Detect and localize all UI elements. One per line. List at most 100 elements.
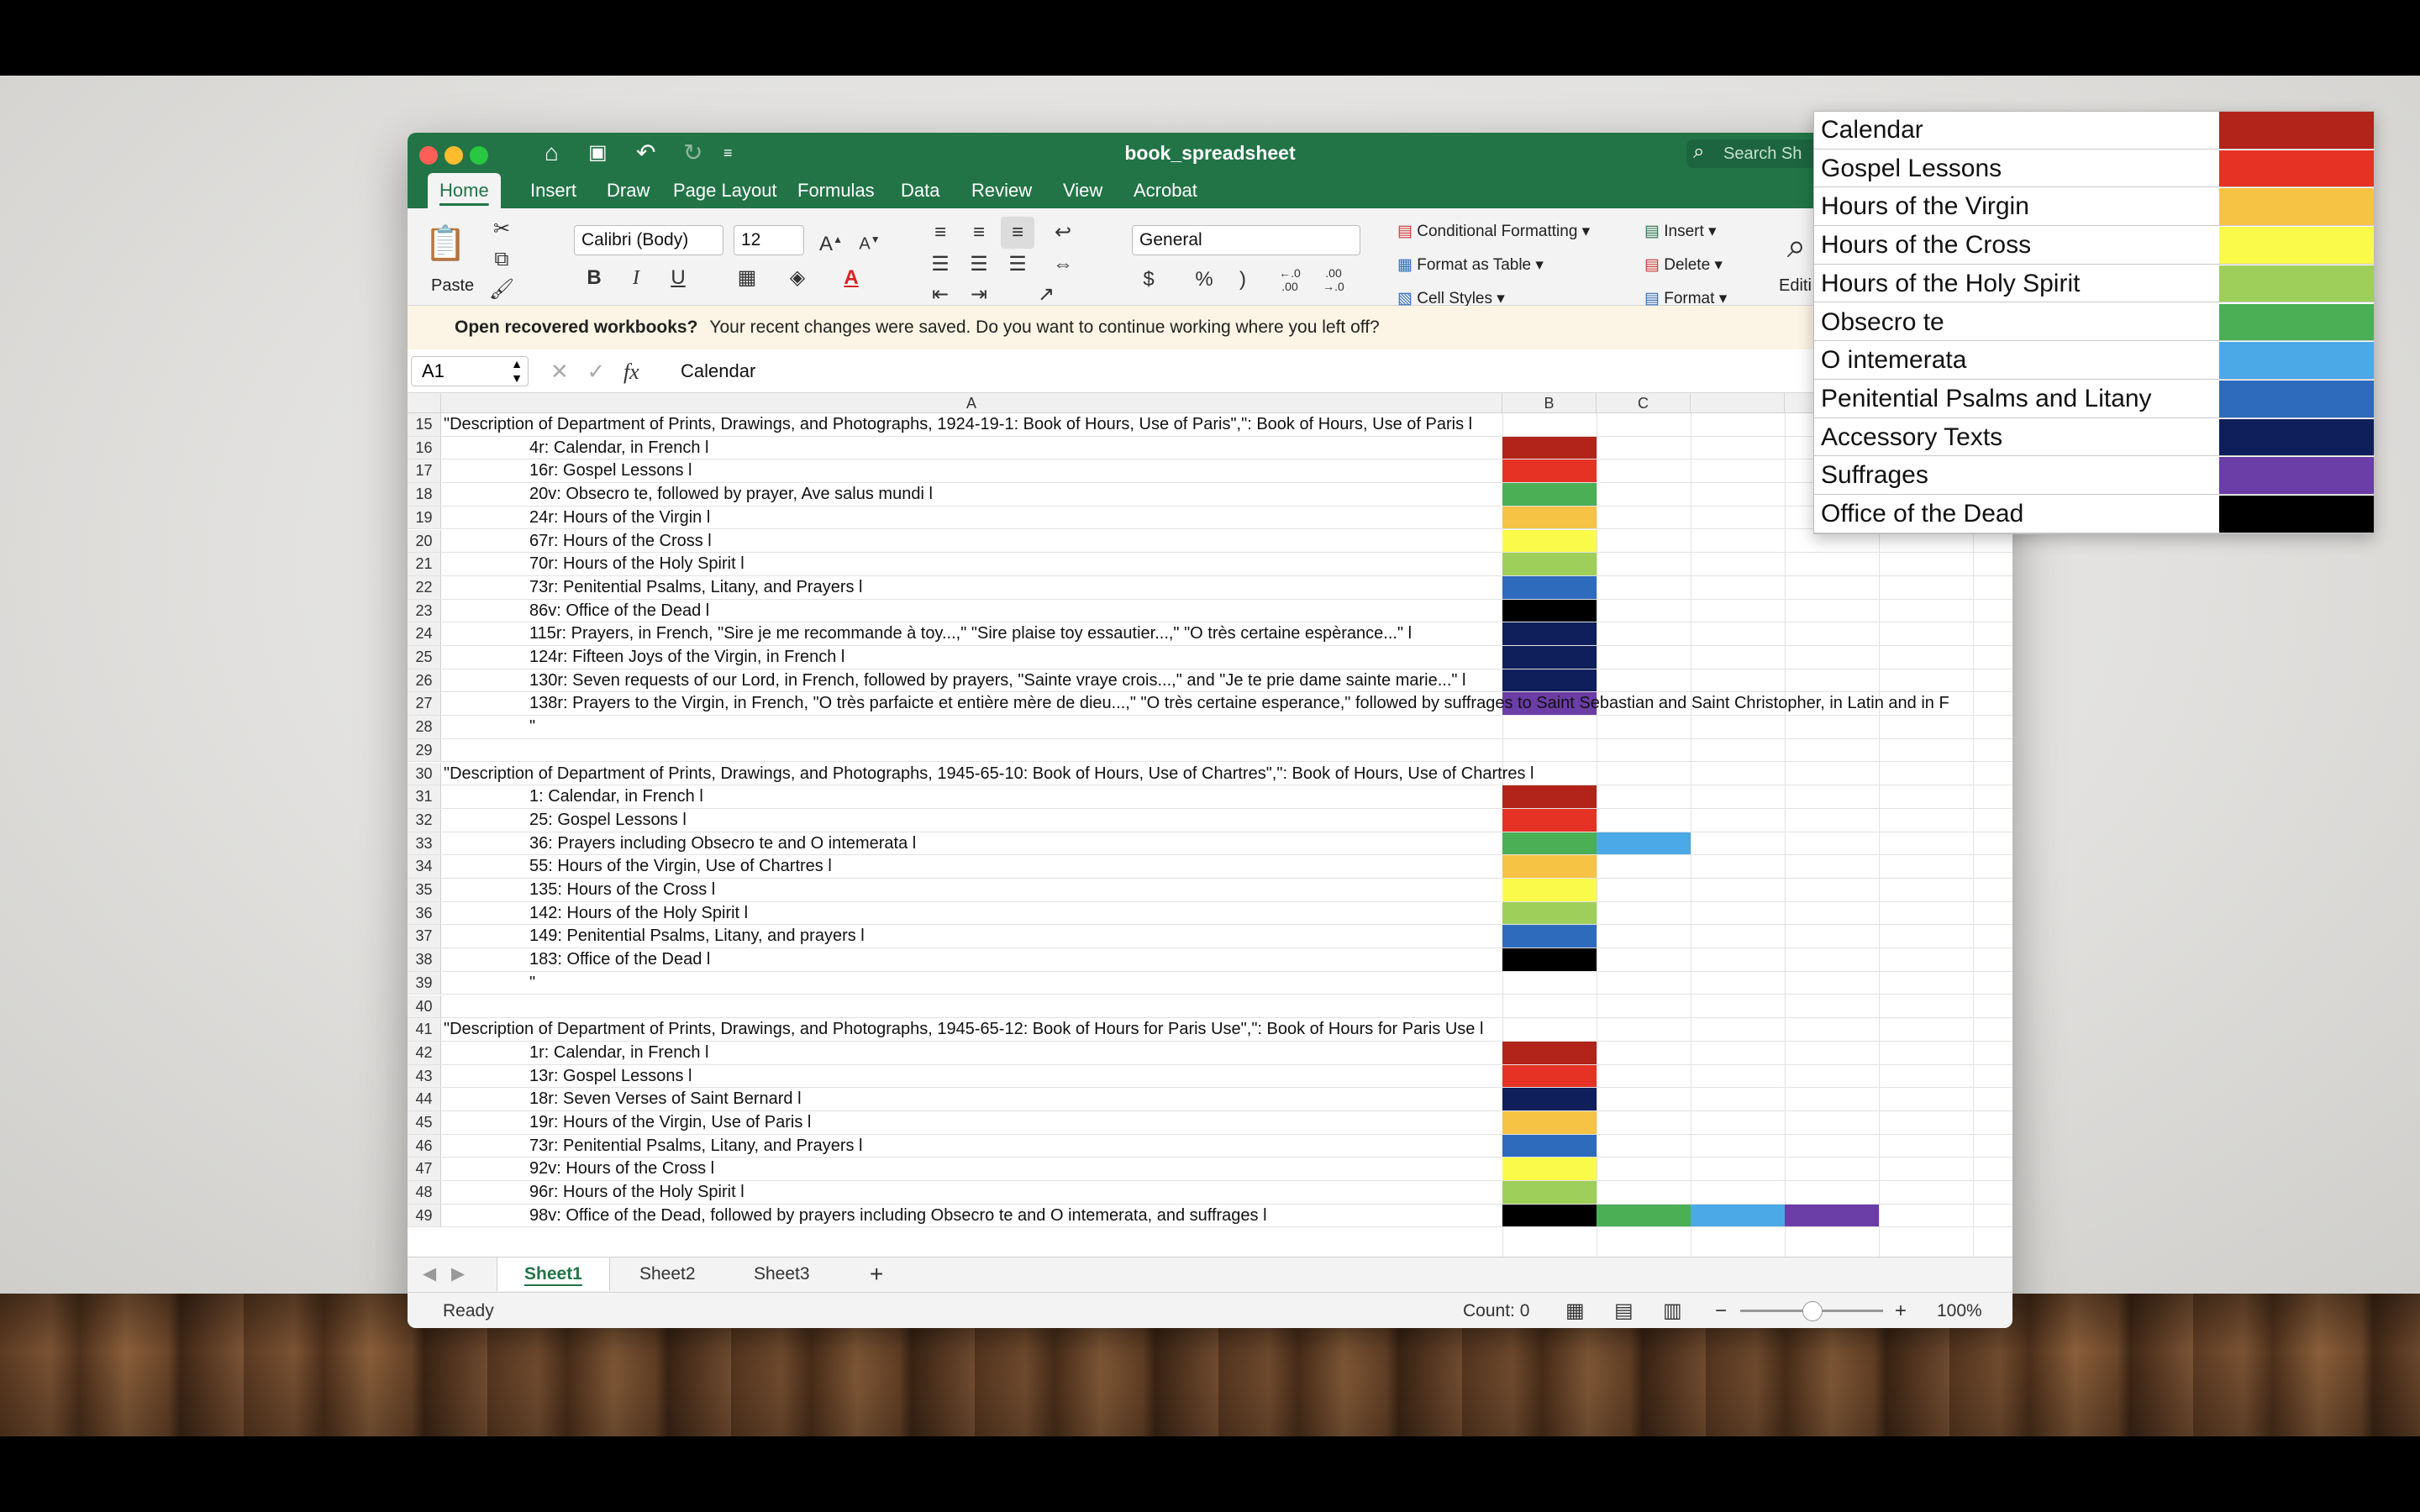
cell-a-text[interactable]: 92v: Hours of the Cross l — [529, 1158, 714, 1180]
font-name-select[interactable]: Calibri (Body) — [574, 225, 723, 255]
cell-a-text[interactable]: "Description of Department of Prints, Dr… — [444, 413, 1472, 436]
table-row[interactable]: 29 — [408, 738, 2012, 763]
add-sheet-button[interactable]: + — [843, 1257, 910, 1291]
color-cell-obsecro[interactable] — [1502, 832, 1597, 855]
insert-cells-button[interactable]: ▤ Insert ▾ — [1644, 222, 1717, 242]
cell-grid[interactable]: 15 "Description of Department of Prints, … — [408, 413, 2012, 1328]
cell-a-text[interactable]: 98v: Office of the Dead, followed by pra… — [529, 1205, 1267, 1227]
cell-a-text[interactable]: 70r: Hours of the Holy Spirit l — [529, 553, 744, 575]
increase-decimal-button[interactable]: ←.0.00 — [1273, 264, 1307, 296]
color-cell-spirit[interactable] — [1502, 1181, 1597, 1204]
cell-a-text[interactable]: 130r: Seven requests of our Lord, in Fre… — [529, 669, 1466, 692]
column-header-a[interactable]: A — [441, 393, 1502, 413]
cell-a-text[interactable]: 115r: Prayers, in French, "Sire je me re… — [529, 622, 1412, 645]
cell-a-text[interactable]: 24r: Hours of the Virgin l — [529, 507, 710, 529]
cell-a-text[interactable]: 4r: Calendar, in French l — [529, 437, 708, 459]
table-row[interactable]: 45 19r: Hours of the Virgin, Use of Paris… — [408, 1111, 2012, 1135]
comma-style-button[interactable]: ) — [1226, 264, 1260, 296]
row-header[interactable]: 17 — [408, 459, 441, 483]
number-format-select[interactable]: General — [1132, 225, 1360, 255]
color-cell-penitential[interactable] — [1502, 925, 1597, 948]
conditional-formatting-button[interactable]: ▤ Conditional Formatting ▾ — [1397, 222, 1590, 242]
table-row[interactable]: 43 13r: Gospel Lessons l — [408, 1064, 2012, 1089]
formula-value[interactable]: Calendar — [681, 356, 755, 386]
color-cell-spirit[interactable] — [1502, 901, 1597, 925]
table-row[interactable]: 33 36: Prayers including Obsecro te and O… — [408, 832, 2012, 856]
cell-a-text[interactable]: 25: Gospel Lessons l — [529, 809, 687, 832]
tab-page-layout[interactable]: Page Layout — [661, 173, 789, 208]
table-row[interactable]: 32 25: Gospel Lessons l — [408, 808, 2012, 832]
row-header[interactable]: 35 — [408, 879, 441, 901]
tab-view[interactable]: View — [1051, 173, 1114, 208]
color-cell-obsecro[interactable] — [1502, 483, 1597, 506]
decrease-decimal-button[interactable]: .00 →.0 — [1317, 264, 1350, 296]
table-row[interactable]: 37 149: Penitential Psalms, Litany, and p… — [408, 925, 2012, 949]
align-middle-icon[interactable]: ≡ — [962, 217, 996, 249]
table-row[interactable]: 49 98v: Office of the Dead, followed by p… — [408, 1204, 2012, 1228]
page-break-view-icon[interactable]: ▥ — [1663, 1293, 1682, 1328]
color-cell-virgin[interactable] — [1502, 506, 1597, 529]
cell-a-text[interactable]: 67r: Hours of the Cross l — [529, 530, 712, 553]
font-color-icon[interactable]: A — [834, 262, 868, 294]
table-row[interactable]: 24 115r: Prayers, in French, "Sire je me … — [408, 622, 2012, 646]
sheet-tab-sheet2[interactable]: Sheet2 — [613, 1257, 723, 1291]
color-cell-dead[interactable] — [1502, 948, 1597, 971]
table-row[interactable]: 34 55: Hours of the Virgin, Use of Chartr… — [408, 855, 2012, 879]
color-cell-obsecro[interactable] — [1597, 1204, 1691, 1227]
table-row[interactable]: 31 1: Calendar, in French l — [408, 785, 2012, 809]
row-header[interactable]: 22 — [408, 575, 441, 599]
color-cell-penitential[interactable] — [1502, 575, 1597, 599]
normal-view-icon[interactable]: ▦ — [1565, 1293, 1585, 1328]
tab-insert[interactable]: Insert — [518, 173, 588, 208]
row-header[interactable]: 28 — [408, 716, 441, 738]
table-row[interactable]: 26 130r: Seven requests of our Lord, in F… — [408, 669, 2012, 693]
row-header[interactable]: 30 — [408, 762, 441, 785]
table-row[interactable]: 19 24r: Hours of the Virgin l — [408, 506, 2012, 530]
row-header[interactable]: 45 — [408, 1111, 441, 1134]
row-header[interactable]: 21 — [408, 553, 441, 575]
cell-a-text[interactable]: 16r: Gospel Lessons l — [529, 459, 692, 482]
table-row[interactable]: 25 124r: Fifteen Joys of the Virgin, in F… — [408, 646, 2012, 669]
table-row[interactable]: 48 96r: Hours of the Holy Spirit l — [408, 1181, 2012, 1205]
color-cell-accessory[interactable] — [1502, 1088, 1597, 1110]
cell-a-text[interactable]: 135: Hours of the Cross l — [529, 879, 715, 901]
row-header[interactable]: 31 — [408, 785, 441, 808]
table-row[interactable]: 18 20v: Obsecro te, followed by prayer, A… — [408, 483, 2012, 507]
table-row[interactable]: 30 "Description of Department of Prints, … — [408, 762, 2012, 786]
row-header[interactable]: 34 — [408, 855, 441, 878]
copy-icon[interactable]: ⧉ — [485, 244, 518, 276]
table-row[interactable]: 36 142: Hours of the Holy Spirit l — [408, 901, 2012, 926]
color-cell-virgin[interactable] — [1502, 855, 1597, 878]
row-header[interactable]: 37 — [408, 925, 441, 948]
color-cell-accessory[interactable] — [1502, 622, 1597, 645]
row-header[interactable]: 41 — [408, 1018, 441, 1041]
sheet-tab-sheet3[interactable]: Sheet3 — [727, 1257, 837, 1291]
fx-icon[interactable]: fx — [623, 360, 639, 384]
table-row[interactable]: 44 18r: Seven Verses of Saint Bernard l — [408, 1088, 2012, 1111]
color-cell-suffrages[interactable] — [1785, 1204, 1879, 1227]
row-header[interactable]: 49 — [408, 1204, 441, 1227]
color-cell-dead[interactable] — [1502, 599, 1597, 622]
row-header[interactable]: 43 — [408, 1064, 441, 1088]
row-header[interactable]: 16 — [408, 436, 441, 459]
cell-a-text[interactable]: 18r: Seven Verses of Saint Bernard l — [529, 1088, 802, 1110]
row-header[interactable]: 27 — [408, 692, 441, 716]
row-header[interactable]: 48 — [408, 1181, 441, 1204]
tab-data[interactable]: Data — [889, 173, 951, 208]
name-box[interactable]: A1 ▲ ▼ — [411, 356, 529, 386]
align-center-icon[interactable]: ☰ — [962, 249, 996, 281]
cell-a-text[interactable]: 36: Prayers including Obsecro te and O i… — [529, 832, 916, 855]
color-cell-calendar[interactable] — [1502, 436, 1597, 459]
row-header[interactable]: 42 — [408, 1041, 441, 1064]
cell-a-text[interactable]: 86v: Office of the Dead l — [529, 600, 709, 622]
paste-icon[interactable]: 📋 — [424, 220, 466, 267]
select-all-corner[interactable] — [408, 393, 441, 413]
color-cell-virgin[interactable] — [1502, 1111, 1597, 1134]
column-header-c[interactable]: C — [1597, 393, 1691, 413]
align-right-icon[interactable]: ☰ — [1001, 249, 1034, 281]
column-header-d[interactable] — [1691, 393, 1785, 413]
table-row[interactable]: 28 " — [408, 716, 2012, 739]
table-row[interactable]: 21 70r: Hours of the Holy Spirit l — [408, 553, 2012, 576]
table-row[interactable]: 40 — [408, 995, 2012, 1019]
align-left-icon[interactable]: ☰ — [923, 249, 957, 281]
